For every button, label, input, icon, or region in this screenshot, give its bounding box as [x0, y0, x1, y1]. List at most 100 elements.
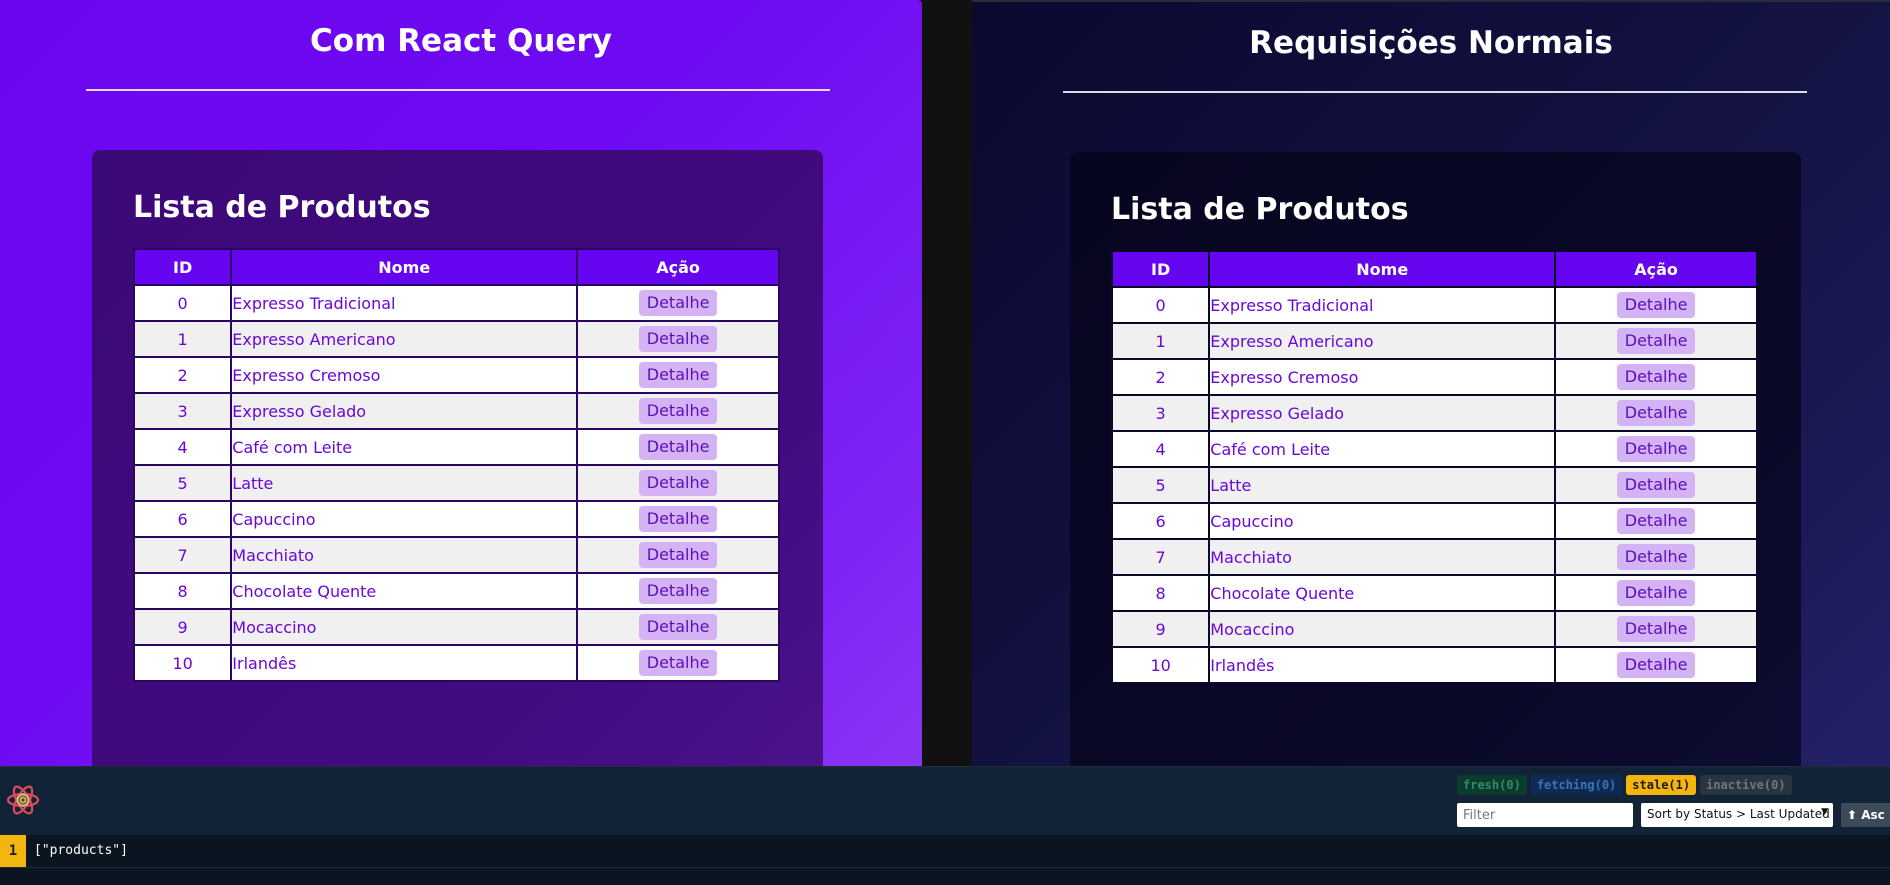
product-id-cell: 4	[132, 428, 233, 466]
badge-label: fetching	[1536, 778, 1595, 792]
product-name-cell: Capuccino	[230, 500, 579, 538]
react-query-devtools: fresh(0) fetching(0) stale(1) inactive(0…	[0, 766, 1890, 885]
react-query-flower-icon[interactable]	[4, 781, 42, 819]
product-id-cell: 2	[1110, 358, 1211, 396]
product-name-cell: Expresso Tradicional	[1208, 286, 1557, 324]
product-name-cell: Macchiato	[230, 536, 579, 574]
product-name-cell: Expresso Tradicional	[230, 284, 579, 322]
product-id-cell: 3	[132, 392, 233, 430]
product-name-cell: Expresso Americano	[230, 320, 579, 358]
product-id-cell: 7	[132, 536, 233, 574]
detail-button[interactable]: Detalhe	[638, 470, 718, 496]
product-id-cell: 1	[132, 320, 233, 358]
product-id-cell: 9	[1110, 610, 1211, 648]
sort-order-button[interactable]: ⬆ Asc	[1841, 803, 1890, 827]
table-row: 7 Macchiato Detalhe	[132, 536, 780, 574]
product-name-cell: Capuccino	[1208, 502, 1557, 540]
product-id-cell: 8	[132, 572, 233, 610]
product-id-cell: 10	[1110, 646, 1211, 684]
detail-button[interactable]: Detalhe	[638, 290, 718, 316]
query-row[interactable]: 1 ["products"]	[0, 835, 1890, 868]
table-row: 7 Macchiato Detalhe	[1110, 538, 1758, 576]
product-id-cell: 6	[1110, 502, 1211, 540]
product-name-cell: Expresso Cremoso	[1208, 358, 1557, 396]
product-id-cell: 0	[132, 284, 233, 322]
table-row: 0 Expresso Tradicional Detalhe	[1110, 286, 1758, 324]
product-action-cell: Detalhe	[1554, 646, 1758, 684]
product-id-cell: 9	[132, 608, 233, 646]
detail-button[interactable]: Detalhe	[1616, 328, 1696, 354]
table-row: 8 Chocolate Quente Detalhe	[1110, 574, 1758, 612]
product-name-cell: Latte	[1208, 466, 1557, 504]
detail-button[interactable]: Detalhe	[1616, 436, 1696, 462]
product-name-cell: Irlandês	[230, 644, 579, 682]
product-action-cell: Detalhe	[576, 536, 780, 574]
detail-button[interactable]: Detalhe	[638, 362, 718, 388]
detail-button[interactable]: Detalhe	[638, 614, 718, 640]
detail-button[interactable]: Detalhe	[1616, 364, 1696, 390]
product-id-cell: 5	[1110, 466, 1211, 504]
table-row: 10 Irlandês Detalhe	[1110, 646, 1758, 684]
product-id-cell: 0	[1110, 286, 1211, 324]
detail-button[interactable]: Detalhe	[1616, 616, 1696, 642]
detail-button[interactable]: Detalhe	[1616, 472, 1696, 498]
badge-count: (0)	[1499, 778, 1521, 792]
title-divider	[1063, 91, 1807, 93]
table-row: 4 Café com Leite Detalhe	[1110, 430, 1758, 468]
detail-button[interactable]: Detalhe	[1616, 292, 1696, 318]
detail-button[interactable]: Detalhe	[638, 578, 718, 604]
detail-button[interactable]: Detalhe	[1616, 400, 1696, 426]
product-name-cell: Expresso Americano	[1208, 322, 1557, 360]
detail-button[interactable]: Detalhe	[638, 434, 718, 460]
table-row: 10 Irlandês Detalhe	[132, 644, 780, 682]
product-id-cell: 10	[132, 644, 233, 682]
panel-title: Requisições Normais	[1249, 25, 1613, 61]
card-title: Lista de Produtos	[1111, 192, 1409, 227]
badge-count: (0)	[1763, 778, 1786, 792]
detail-button[interactable]: Detalhe	[1616, 580, 1696, 606]
detail-button[interactable]: Detalhe	[638, 506, 718, 532]
product-action-cell: Detalhe	[576, 428, 780, 466]
chevron-down-icon: ▼	[1821, 807, 1828, 817]
column-header-name: Nome	[1208, 250, 1557, 288]
table-header-row: ID Nome Ação	[132, 248, 780, 286]
column-header-action: Ação	[576, 248, 780, 286]
table-row: 6 Capuccino Detalhe	[132, 500, 780, 538]
detail-button[interactable]: Detalhe	[1616, 652, 1696, 678]
column-header-name: Nome	[230, 248, 579, 286]
product-id-cell: 3	[1110, 394, 1211, 432]
detail-button[interactable]: Detalhe	[638, 326, 718, 352]
table-row: 1 Expresso Americano Detalhe	[132, 320, 780, 358]
detail-button[interactable]: Detalhe	[638, 398, 718, 424]
product-action-cell: Detalhe	[1554, 574, 1758, 612]
normal-requests-panel: Requisições Normais Lista de Produtos ID…	[972, 0, 1890, 766]
react-query-panel: Com React Query Lista de Produtos ID Nom…	[0, 0, 922, 766]
product-name-cell: Expresso Gelado	[1208, 394, 1557, 432]
sort-select[interactable]: Sort by Status > Last Updated ▼	[1641, 803, 1833, 827]
column-header-id: ID	[132, 248, 233, 286]
detail-button[interactable]: Detalhe	[638, 650, 718, 676]
panel-title: Com React Query	[310, 23, 612, 59]
detail-button[interactable]: Detalhe	[1616, 544, 1696, 570]
product-action-cell: Detalhe	[1554, 466, 1758, 504]
badge-label: fresh	[1463, 778, 1500, 792]
fetching-badge: fetching(0)	[1530, 775, 1623, 795]
product-list-card: Lista de Produtos ID Nome Ação 0 Expresso…	[92, 150, 823, 766]
product-action-cell: Detalhe	[576, 464, 780, 502]
product-action-cell: Detalhe	[576, 608, 780, 646]
product-action-cell: Detalhe	[1554, 502, 1758, 540]
table-row: 0 Expresso Tradicional Detalhe	[132, 284, 780, 322]
table-row: 9 Mocaccino Detalhe	[1110, 610, 1758, 648]
fresh-badge: fresh(0)	[1457, 775, 1527, 795]
sort-select-label: Sort by Status > Last Updated	[1647, 807, 1830, 821]
detail-button[interactable]: Detalhe	[1616, 508, 1696, 534]
product-action-cell: Detalhe	[576, 392, 780, 430]
product-action-cell: Detalhe	[1554, 394, 1758, 432]
product-id-cell: 5	[132, 464, 233, 502]
filter-input[interactable]	[1457, 803, 1633, 827]
product-id-cell: 7	[1110, 538, 1211, 576]
badge-count: (1)	[1668, 778, 1691, 792]
product-name-cell: Latte	[230, 464, 579, 502]
product-id-cell: 4	[1110, 430, 1211, 468]
detail-button[interactable]: Detalhe	[638, 542, 718, 568]
